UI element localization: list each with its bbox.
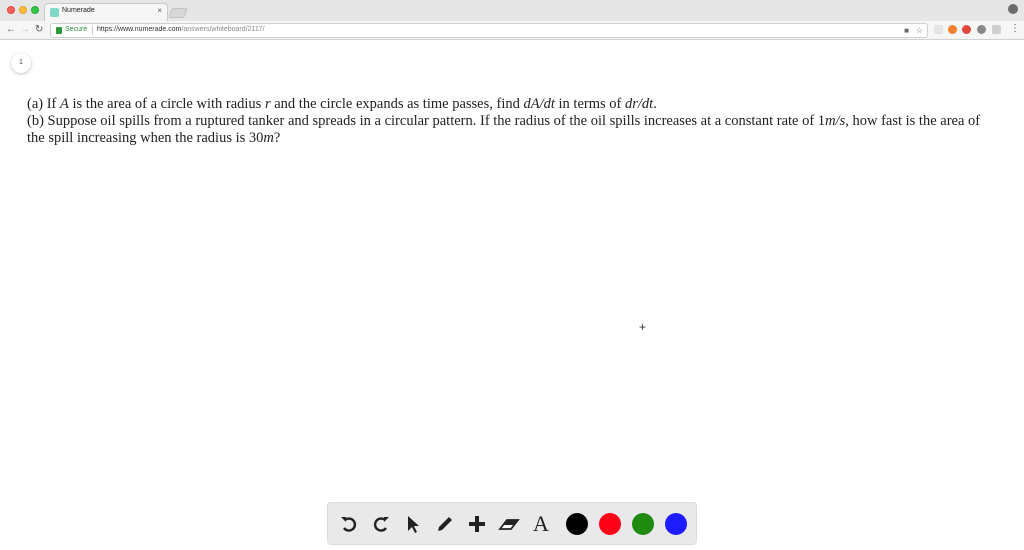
question-part-a: (a) If A is the area of a circle with ra…	[27, 96, 657, 112]
url-text: https://www.numerade.com/answers/whitebo…	[97, 26, 265, 33]
color-blue-swatch[interactable]	[665, 513, 687, 535]
extension-icon[interactable]	[977, 25, 986, 34]
extension-icon[interactable]	[992, 25, 1001, 34]
back-icon[interactable]: ←	[6, 24, 16, 36]
maximize-window-button[interactable]	[31, 6, 39, 14]
forward-icon[interactable]: →	[20, 24, 30, 36]
reload-icon[interactable]: ↻	[35, 24, 43, 36]
extension-icon[interactable]	[934, 25, 943, 34]
lock-icon	[56, 27, 62, 34]
question-text: (a) If A is the area of a circle with ra…	[27, 96, 1024, 147]
browser-tab[interactable]: Numerade ×	[44, 3, 168, 21]
new-tab-button[interactable]	[168, 8, 188, 18]
bookmark-star-icon[interactable]: ☆	[916, 26, 923, 35]
url-path: /answers/whiteboard/2117/	[181, 26, 265, 33]
tab-close-icon[interactable]: ×	[157, 6, 162, 15]
tab-bar: Numerade ×	[0, 0, 1024, 21]
tab-title: Numerade	[62, 7, 95, 14]
color-black-swatch[interactable]	[566, 513, 588, 535]
pointer-icon[interactable]	[400, 511, 426, 537]
omnibox-divider	[92, 26, 93, 35]
address-bar[interactable]: Secure https://www.numerade.com/answers/…	[50, 23, 928, 38]
color-green-swatch[interactable]	[632, 513, 654, 535]
url-host: https://www.numerade.com	[97, 26, 182, 33]
crosshair-cursor-icon: +	[639, 320, 647, 334]
page-number-badge[interactable]: 1	[11, 53, 31, 73]
menu-icon[interactable]: ⋮	[1010, 23, 1020, 35]
color-red-swatch[interactable]	[599, 513, 621, 535]
minimize-window-button[interactable]	[19, 6, 27, 14]
extension-icon[interactable]	[948, 25, 957, 34]
undo-icon[interactable]	[336, 511, 362, 537]
camera-icon[interactable]: ■	[904, 26, 909, 35]
eraser-icon[interactable]	[496, 511, 522, 537]
question-part-b-cont: the spill increasing when the radius is …	[27, 130, 281, 146]
close-window-button[interactable]	[7, 6, 15, 14]
redo-icon[interactable]	[368, 511, 394, 537]
text-icon[interactable]: A	[528, 511, 554, 537]
profile-icon[interactable]	[1008, 4, 1018, 14]
whiteboard-toolbar: A	[327, 502, 697, 545]
numerade-favicon-icon	[50, 8, 59, 17]
question-part-b: (b) Suppose oil spills from a ruptured t…	[27, 113, 981, 129]
pencil-icon[interactable]	[432, 511, 458, 537]
secure-label: Secure	[65, 26, 88, 33]
browser-toolbar: ← → ↻ Secure https://www.numerade.com/an…	[0, 21, 1024, 40]
extension-icon[interactable]	[962, 25, 971, 34]
add-icon[interactable]	[464, 511, 490, 537]
